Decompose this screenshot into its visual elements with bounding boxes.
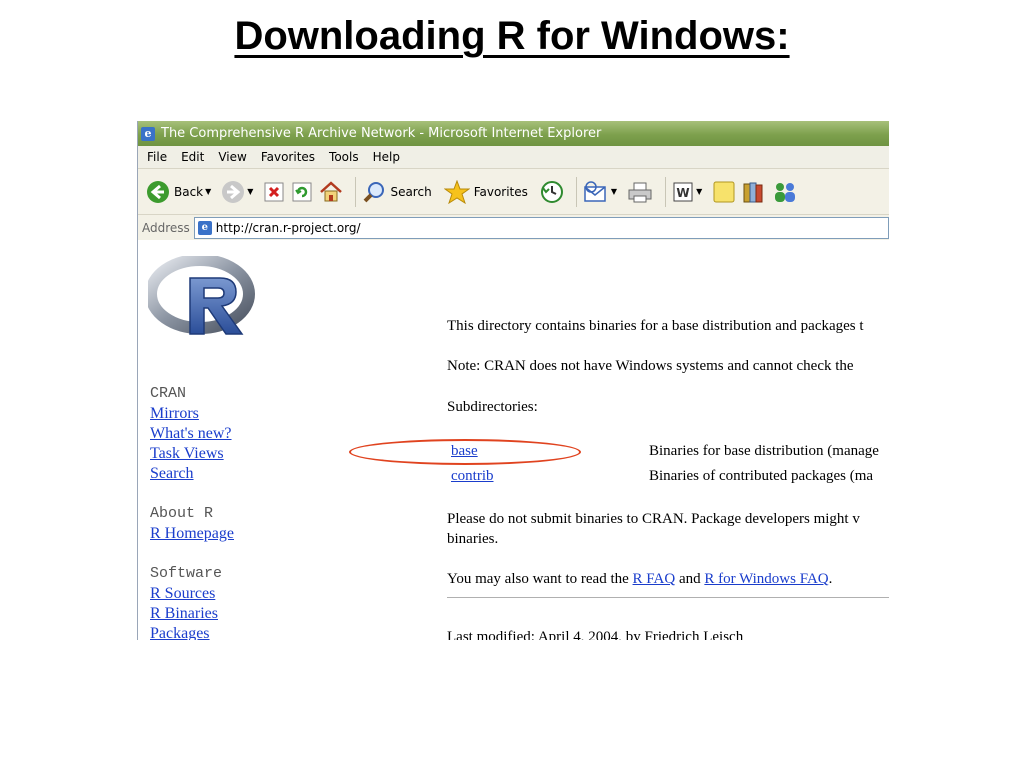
sidebar: CRAN Mirrors What's new? Task Views Sear… (150, 384, 280, 640)
search-button[interactable]: Search (362, 180, 432, 204)
sidebar-link-r-homepage[interactable]: R Homepage (150, 524, 280, 544)
print-button[interactable] (627, 181, 653, 203)
svg-text:W: W (676, 186, 689, 200)
discuss-button[interactable] (712, 180, 736, 204)
sidebar-link-r-sources[interactable]: R Sources (150, 584, 280, 604)
subdir-desc-contrib: Binaries of contributed packages (ma (649, 468, 874, 484)
back-button[interactable]: Back ▼ (146, 180, 215, 204)
slide-title: Downloading R for Windows: (234, 14, 790, 58)
mail-dropdown-icon[interactable]: ▼ (611, 187, 617, 196)
forward-button[interactable]: ▼ (221, 180, 257, 204)
stop-button[interactable] (263, 181, 285, 203)
sidebar-link-mirrors[interactable]: Mirrors (150, 404, 280, 424)
word-icon: W (673, 182, 693, 201)
subdirectories-label: Subdirectories: (447, 399, 538, 415)
subdir-row-contrib: contrib (451, 468, 494, 485)
intro-text: This directory contains binaries for a b… (447, 318, 864, 334)
favorites-button[interactable]: Favorites (443, 179, 528, 204)
messenger-button[interactable] (772, 180, 798, 204)
please-text-line2: binaries. (447, 531, 499, 547)
address-input[interactable]: e http://cran.r-project.org/ (193, 216, 889, 239)
address-label: Address (142, 220, 190, 235)
address-url: http://cran.r-project.org/ (215, 220, 361, 235)
messenger-people-icon (775, 182, 796, 202)
sidebar-link-search[interactable]: Search (150, 464, 280, 484)
window-title: The Comprehensive R Archive Network - Mi… (161, 126, 602, 141)
note-icon (713, 181, 735, 202)
back-dropdown-icon[interactable]: ▼ (205, 187, 211, 196)
menu-tools[interactable]: Tools (329, 150, 359, 164)
horizontal-rule (447, 597, 889, 598)
toolbar-separator (665, 176, 667, 207)
home-icon (320, 180, 343, 201)
faq-paragraph: You may also want to read the R FAQ and … (447, 571, 833, 587)
printer-icon (628, 182, 652, 202)
search-icon (364, 181, 385, 202)
menu-view[interactable]: View (218, 150, 246, 164)
sidebar-link-whats-new[interactable]: What's new? (150, 424, 280, 444)
page-icon: e (197, 220, 212, 235)
forward-arrow-icon (222, 180, 245, 203)
history-icon (540, 180, 563, 203)
research-button[interactable] (742, 180, 766, 204)
sidebar-link-r-binaries[interactable]: R Binaries (150, 604, 280, 624)
research-books-icon (743, 182, 763, 202)
mail-button[interactable]: ▼ (583, 180, 621, 203)
toolbar-separator (575, 176, 577, 207)
history-button[interactable] (540, 180, 564, 204)
sidebar-heading-cran: CRAN (150, 385, 187, 402)
edit-word-button[interactable]: W ▼ (672, 181, 706, 203)
forward-dropdown-icon[interactable]: ▼ (247, 187, 253, 196)
subdir-link-contrib[interactable]: contrib (451, 468, 494, 484)
r-windows-faq-link[interactable]: R for Windows FAQ (704, 571, 828, 587)
address-bar: Address e http://cran.r-project.org/ (138, 215, 889, 242)
highlight-ellipse (349, 439, 581, 465)
menu-bar: File Edit View Favorites Tools Help (138, 146, 889, 169)
sidebar-link-packages[interactable]: Packages (150, 624, 280, 640)
toolbar: Back ▼ ▼ Search Favorites ▼ W ▼ (138, 169, 889, 215)
refresh-icon (292, 182, 312, 201)
r-logo-icon (148, 256, 255, 335)
browser-window: e The Comprehensive R Archive Network - … (137, 121, 889, 640)
mail-icon (584, 180, 606, 202)
ie-icon: e (141, 126, 155, 141)
subdir-desc-base: Binaries for base distribution (manage (649, 443, 879, 459)
back-arrow-icon (147, 180, 169, 203)
menu-help[interactable]: Help (373, 150, 400, 164)
sidebar-heading-about: About R (150, 505, 214, 522)
please-text-line1: Please do not submit binaries to CRAN. P… (447, 511, 860, 527)
sidebar-link-task-views[interactable]: Task Views (150, 444, 280, 464)
note-text: Note: CRAN does not have Windows systems… (447, 358, 854, 374)
star-icon (443, 179, 470, 204)
home-button[interactable] (319, 180, 343, 203)
menu-edit[interactable]: Edit (181, 150, 204, 164)
window-titlebar: e The Comprehensive R Archive Network - … (138, 121, 889, 146)
r-faq-link[interactable]: R FAQ (633, 571, 676, 587)
toolbar-separator (355, 176, 357, 207)
refresh-button[interactable] (291, 181, 313, 203)
edit-dropdown-icon[interactable]: ▼ (696, 187, 702, 196)
menu-file[interactable]: File (147, 150, 167, 164)
menu-favorites[interactable]: Favorites (261, 150, 315, 164)
sidebar-heading-software: Software (150, 565, 223, 582)
last-modified-text: Last modified: April 4, 2004, by Friedri… (447, 629, 744, 640)
stop-icon (264, 182, 284, 201)
